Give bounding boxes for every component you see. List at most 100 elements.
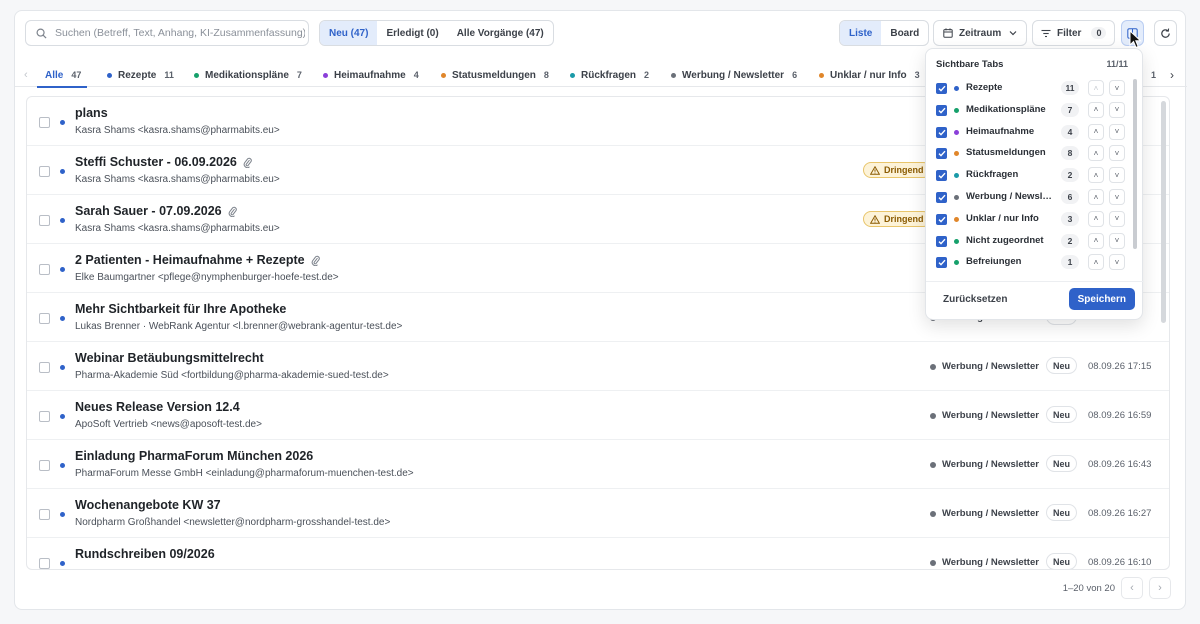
row-checkbox[interactable] <box>39 558 50 569</box>
move-down-button[interactable]: ˅ <box>1109 189 1125 205</box>
view-board-button[interactable]: Board <box>881 21 928 45</box>
check-icon <box>938 194 946 201</box>
row-sender: Kasra Shams <kasra.shams@pharmabits.eu> <box>75 174 280 185</box>
move-up-button[interactable]: ˄ <box>1088 254 1104 271</box>
tab-alle[interactable]: Alle 47 <box>36 63 88 88</box>
tab-rueckfragen[interactable]: Rückfragen 2 <box>570 63 649 87</box>
tab-overflow[interactable]: 1 <box>1143 63 1156 87</box>
view-list-button[interactable]: Liste <box>840 21 882 45</box>
search-box[interactable] <box>25 20 309 46</box>
move-up-button[interactable]: ˄ <box>1088 123 1104 140</box>
move-down-button[interactable]: ˅ <box>1109 232 1125 249</box>
tab-visibility-checkbox[interactable] <box>936 235 947 247</box>
unread-indicator <box>60 463 65 468</box>
unread-indicator <box>60 316 65 321</box>
tabs-scroll-left-icon[interactable]: ‹ <box>24 69 28 81</box>
row-subject: Rundschreiben 09/2026 <box>75 547 215 561</box>
row-checkbox[interactable] <box>39 362 50 373</box>
row-checkbox[interactable] <box>39 117 50 128</box>
status-filter-new[interactable]: Neu (47) <box>320 21 378 45</box>
tab-unklar[interactable]: Unklar / nur Info 3 <box>819 63 920 87</box>
period-button[interactable]: Zeitraum <box>933 20 1028 46</box>
table-row[interactable]: Webinar Betäubungsmittelrecht Pharma-Akad… <box>27 342 1169 391</box>
move-down-button[interactable]: ˅ <box>1109 210 1125 227</box>
category-dot <box>194 72 199 78</box>
tab-visibility-checkbox[interactable] <box>936 148 947 160</box>
subject-text: 2 Patienten - Heimaufnahme + Rezepte <box>75 253 305 267</box>
list-scrollbar[interactable] <box>1161 101 1166 323</box>
prev-page-button[interactable]: ‹ <box>1121 577 1143 599</box>
save-button[interactable]: Speichern <box>1068 288 1135 310</box>
filter-count: 0 <box>1091 27 1107 39</box>
row-checkbox[interactable] <box>39 264 50 275</box>
next-page-button[interactable]: › <box>1149 577 1171 599</box>
row-checkbox[interactable] <box>39 166 50 177</box>
move-down-button[interactable]: ˅ <box>1109 101 1125 118</box>
popover-tab-label: Unklar / nur Info <box>966 212 1039 224</box>
check-icon <box>938 260 946 267</box>
row-timestamp: 08.09.26 17:15 <box>1088 361 1152 372</box>
popover-tab-label: Statusmeldungen <box>966 147 1046 159</box>
move-up-button[interactable]: ˄ <box>1088 101 1104 118</box>
status-filter-done[interactable]: Erledigt (0) <box>377 21 447 45</box>
search-input[interactable] <box>55 27 305 39</box>
popover-tab-count: 7 <box>1061 102 1079 117</box>
move-up-button[interactable]: ˄ <box>1088 80 1104 96</box>
table-row[interactable]: Neues Release Version 12.4 ApoSoft Vertri… <box>27 391 1169 440</box>
unread-indicator <box>60 365 65 370</box>
row-checkbox[interactable] <box>39 313 50 324</box>
row-checkbox[interactable] <box>39 460 50 471</box>
tab-visibility-checkbox[interactable] <box>936 126 947 138</box>
tab-visibility-checkbox[interactable] <box>936 257 947 269</box>
tab-count: 3 <box>914 70 920 80</box>
tabs-scroll-right-icon[interactable]: › <box>1170 68 1174 82</box>
row-checkbox[interactable] <box>39 411 50 422</box>
refresh-button[interactable] <box>1154 20 1177 46</box>
category-dot <box>954 173 959 179</box>
tab-werbung-newsletter[interactable]: Werbung / Newsletter 6 <box>671 63 797 87</box>
urgent-label: Dringend <box>884 214 924 224</box>
row-sender: Elke Baumgartner <pflege@nymphenburger-h… <box>75 272 339 283</box>
row-subject: Einladung PharmaForum München 2026 <box>75 449 313 463</box>
move-up-button[interactable]: ˄ <box>1088 167 1104 184</box>
popover-tab-label: Heimaufnahme <box>966 125 1035 137</box>
move-down-button[interactable]: ˅ <box>1109 254 1125 271</box>
move-up-button[interactable]: ˄ <box>1088 210 1104 227</box>
status-filter-all[interactable]: Alle Vorgänge (47) <box>448 21 553 45</box>
row-category: Werbung / Newsletter <box>930 459 1039 470</box>
tab-visibility-checkbox[interactable] <box>936 83 947 94</box>
tab-heimaufnahme[interactable]: Heimaufnahme 4 <box>323 63 419 87</box>
row-checkbox[interactable] <box>39 215 50 226</box>
category-dot <box>954 216 959 222</box>
tab-medikationsplaene[interactable]: Medikationspläne 7 <box>194 63 302 87</box>
category-dot <box>954 129 959 135</box>
table-row[interactable]: Wochenangebote KW 37 Nordpharm Großhandel… <box>27 489 1169 538</box>
move-down-button[interactable]: ˅ <box>1109 80 1125 96</box>
period-label: Zeitraum <box>959 27 1002 39</box>
tab-statusmeldungen[interactable]: Statusmeldungen 8 <box>441 63 549 87</box>
row-sender: Nordpharm Großhandel <newsletter@nordpha… <box>75 517 391 528</box>
move-down-button[interactable]: ˅ <box>1109 123 1125 140</box>
category-dot <box>954 260 959 266</box>
tab-visibility-checkbox[interactable] <box>936 170 947 182</box>
popover-scrollbar[interactable] <box>1133 79 1137 249</box>
popover-tab-item: Rückfragen 2 ˄ ˅ <box>926 164 1131 186</box>
move-down-button[interactable]: ˅ <box>1109 167 1125 184</box>
category-label: Werbung / Newsletter <box>942 410 1039 421</box>
tab-visibility-checkbox[interactable] <box>936 104 947 116</box>
search-icon <box>36 28 47 39</box>
row-checkbox[interactable] <box>39 509 50 520</box>
reset-button[interactable]: Zurücksetzen <box>943 294 1007 305</box>
filter-button[interactable]: Filter 0 <box>1032 20 1116 46</box>
move-up-button[interactable]: ˄ <box>1088 232 1104 249</box>
table-row[interactable]: Rundschreiben 09/2026 Werbung / Newslette… <box>27 538 1169 569</box>
tab-label: Statusmeldungen <box>452 69 536 81</box>
move-down-button[interactable]: ˅ <box>1109 145 1125 162</box>
status-badge: Neu <box>1046 504 1078 521</box>
tab-rezepte[interactable]: Rezepte 11 <box>107 63 174 87</box>
tab-visibility-checkbox[interactable] <box>936 213 947 225</box>
table-row[interactable]: Einladung PharmaForum München 2026 Pharma… <box>27 440 1169 489</box>
move-up-button[interactable]: ˄ <box>1088 189 1104 205</box>
move-up-button[interactable]: ˄ <box>1088 145 1104 162</box>
tab-visibility-checkbox[interactable] <box>936 192 947 203</box>
